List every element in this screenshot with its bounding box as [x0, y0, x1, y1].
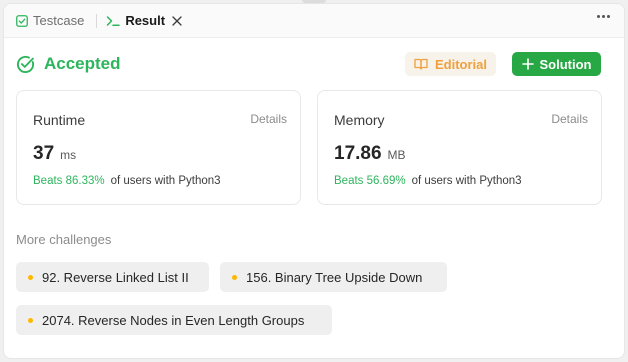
- challenge-chip[interactable]: 156. Binary Tree Upside Down: [220, 262, 447, 292]
- editorial-label: Editorial: [434, 56, 487, 72]
- status-row: Accepted Editorial Solution: [16, 50, 604, 78]
- checkbox-icon: [16, 14, 28, 27]
- runtime-title: Runtime: [33, 112, 86, 128]
- runtime-beats-percent: Beats 86.33%: [33, 175, 105, 187]
- dot-icon: [28, 274, 33, 280]
- runtime-unit: ms: [60, 148, 77, 162]
- memory-beats: Beats 56.69% of users with Python3: [334, 175, 522, 187]
- dot-icon: [232, 274, 237, 280]
- more-horizontal-icon[interactable]: [597, 15, 610, 18]
- dot-icon: [28, 317, 33, 323]
- runtime-card[interactable]: Runtime Details 37 ms Beats 86.33% of us…: [16, 90, 301, 205]
- book-open-icon: [414, 58, 428, 70]
- runtime-details-link[interactable]: Details: [250, 112, 287, 126]
- tab-testcase[interactable]: Testcase: [16, 13, 84, 28]
- tab-bar: Testcase Result: [4, 4, 624, 38]
- plus-icon: [521, 58, 534, 70]
- terminal-prompt-icon: [106, 15, 121, 27]
- memory-card[interactable]: Memory Details 17.86 MB Beats 56.69% of …: [317, 90, 602, 205]
- challenge-chip[interactable]: 92. Reverse Linked List II: [16, 262, 209, 292]
- accepted-label: Accepted: [44, 54, 121, 73]
- editorial-button[interactable]: Editorial: [405, 52, 496, 76]
- memory-details-link[interactable]: Details: [551, 112, 588, 126]
- runtime-number: 37: [33, 143, 55, 164]
- challenge-title: 92. Reverse Linked List II: [42, 269, 189, 285]
- check-circle-icon: [16, 55, 35, 74]
- add-solution-button[interactable]: Solution: [512, 52, 601, 76]
- challenge-chip[interactable]: 2074. Reverse Nodes in Even Length Group…: [16, 305, 332, 335]
- tab-result[interactable]: Result: [106, 13, 182, 28]
- challenge-title: 2074. Reverse Nodes in Even Length Group…: [42, 312, 305, 328]
- runtime-beats-suffix: of users with Python3: [110, 175, 221, 187]
- solution-label: Solution: [539, 56, 592, 72]
- runtime-value: 37 ms: [33, 143, 76, 165]
- tab-result-label: Result: [125, 13, 166, 28]
- tab-testcase-label: Testcase: [33, 13, 85, 28]
- memory-beats-percent: Beats 56.69%: [334, 175, 406, 187]
- memory-unit: MB: [387, 148, 406, 162]
- memory-value: 17.86 MB: [334, 143, 406, 165]
- more-challenges-heading: More challenges: [16, 232, 112, 247]
- runtime-beats: Beats 86.33% of users with Python3: [33, 175, 221, 187]
- accepted-status: Accepted: [16, 54, 121, 74]
- challenge-title: 156. Binary Tree Upside Down: [246, 269, 423, 285]
- close-icon[interactable]: [172, 15, 182, 26]
- memory-beats-suffix: of users with Python3: [411, 175, 522, 187]
- memory-number: 17.86: [334, 143, 382, 164]
- memory-title: Memory: [334, 112, 385, 128]
- tab-divider: [96, 13, 98, 28]
